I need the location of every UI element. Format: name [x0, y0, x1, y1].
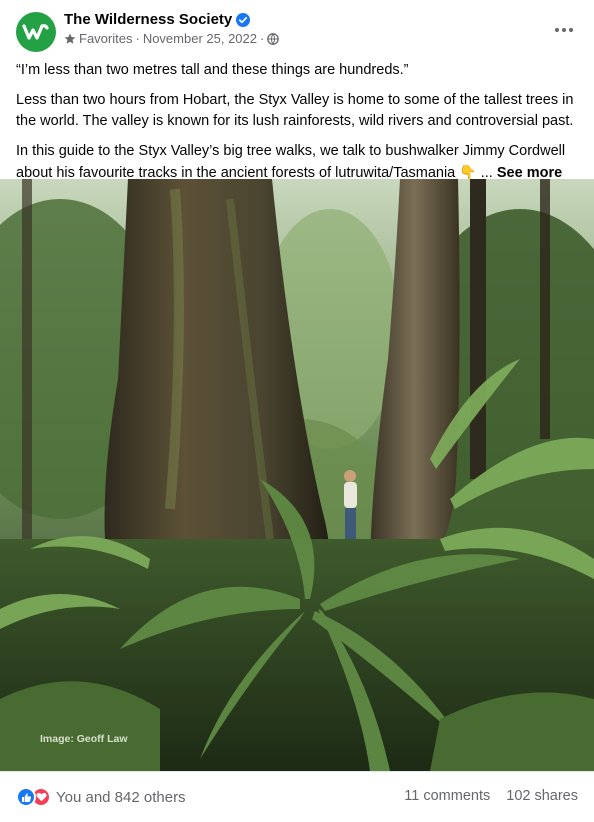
like-icon — [16, 787, 36, 807]
page-name-row: The Wilderness Society — [64, 11, 251, 28]
verified-badge-icon — [236, 12, 251, 27]
photo-credit: Image: Geoff Law — [40, 733, 128, 745]
star-icon — [64, 33, 76, 44]
wilderness-logo-icon — [22, 24, 49, 40]
shares-count-link[interactable]: 102 shares — [506, 788, 578, 804]
page-name-link[interactable]: The Wilderness Society — [64, 11, 232, 28]
comments-count-link[interactable]: 11 comments — [404, 788, 490, 804]
more-dot — [569, 28, 573, 32]
post-paragraph-quote: “I’m less than two metres tall and these… — [16, 62, 409, 78]
post-body: “I’m less than two metres tall and these… — [16, 60, 582, 193]
engagement-counts: 11 comments 102 shares — [404, 788, 578, 804]
post-meta: Favorites · November 25, 2022 · — [64, 31, 280, 46]
post-paragraph-intro: Less than two hours from Hobart, the Sty… — [16, 92, 574, 129]
audience-label[interactable]: Favorites — [79, 31, 132, 46]
pointing-down-emoji-icon: 👇 — [459, 164, 477, 180]
meta-separator-2: · — [260, 31, 265, 46]
post-photo[interactable]: Image: Geoff Law — [0, 179, 594, 771]
post-date[interactable]: November 25, 2022 — [143, 31, 257, 46]
page-avatar[interactable] — [16, 12, 56, 52]
post-paragraph-guide: In this guide to the Styx Valley’s big t… — [16, 141, 582, 184]
reactions-count-text[interactable]: You and 842 others — [56, 789, 186, 806]
more-dot — [562, 28, 566, 32]
meta-separator: · — [135, 31, 140, 46]
globe-icon — [267, 32, 280, 45]
more-options-button[interactable] — [550, 18, 578, 42]
post-header: The Wilderness Society Favorites · Novem… — [0, 0, 594, 58]
forest-photo-illustration — [0, 179, 594, 771]
more-dot — [555, 28, 559, 32]
reactions-summary[interactable]: You and 842 others — [16, 787, 186, 807]
engagement-bar: You and 842 others 11 comments 102 share… — [0, 771, 594, 822]
